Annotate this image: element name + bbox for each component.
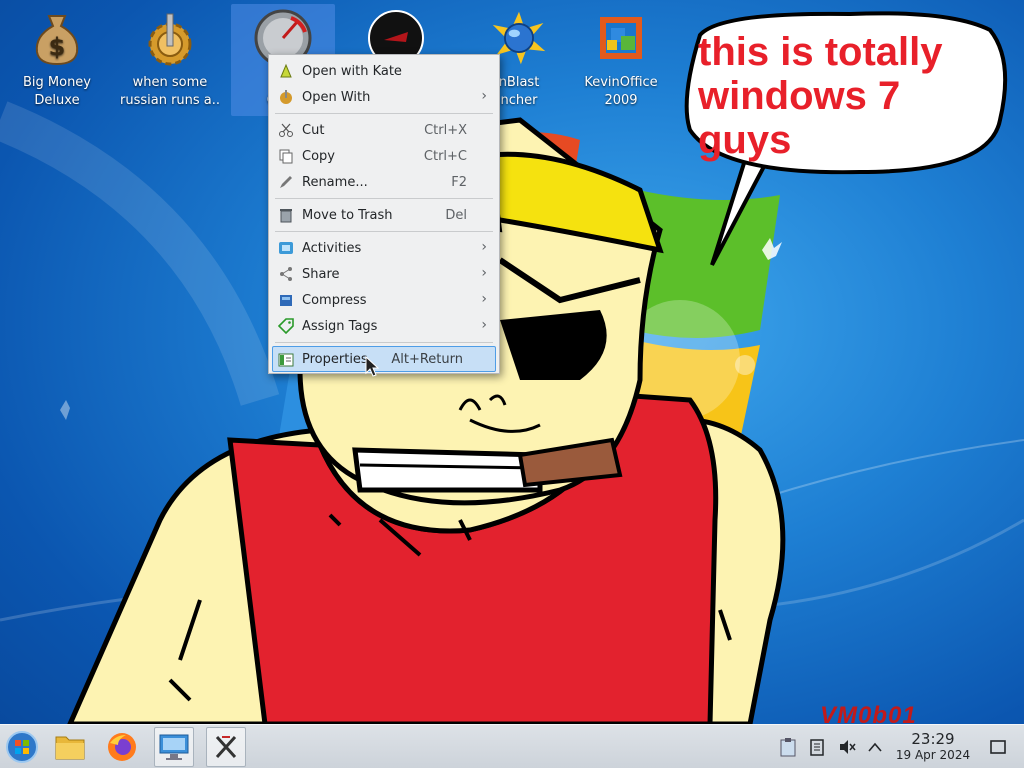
compress-icon: [280, 295, 292, 306]
activities-icon: [279, 242, 293, 254]
copy-icon: [279, 149, 293, 164]
menu-item-share[interactable]: Share ›: [269, 261, 499, 287]
menu-item-move-to-trash[interactable]: Move to Trash Del: [269, 202, 499, 228]
speech-bubble-text: this is totally windows 7 guys: [698, 30, 943, 162]
context-menu[interactable]: Open with Kate Open With › Cut Ctrl+X Co…: [268, 54, 500, 374]
menu-separator: [275, 113, 493, 114]
tray-volume[interactable]: [837, 737, 857, 757]
show-desktop-button[interactable]: [988, 737, 1008, 757]
shortcut-label: Alt+Return: [391, 351, 463, 367]
mouse-cursor-icon: [365, 356, 379, 377]
x-app-icon: [215, 735, 237, 759]
taskbar-system-settings[interactable]: [154, 727, 194, 767]
desktop-icon-big-money-deluxe[interactable]: $ Big Money Deluxe: [5, 4, 109, 116]
submenu-arrow-icon: ›: [481, 265, 487, 281]
tray-clipboard[interactable]: [778, 737, 798, 757]
menu-item-assign-tags[interactable]: Assign Tags ›: [269, 313, 499, 339]
rename-icon: [280, 176, 292, 188]
menu-item-open-with[interactable]: Open With ›: [269, 84, 499, 110]
tray-notes[interactable]: [807, 737, 827, 757]
file-manager-icon: [55, 736, 85, 760]
share-icon: [280, 267, 292, 281]
shortcut-label: Ctrl+X: [424, 122, 467, 138]
menu-separator: [275, 198, 493, 199]
clock-date[interactable]: 19 Apr 2024: [891, 748, 975, 762]
open-with-icon: [280, 90, 292, 104]
start-menu-icon: [6, 731, 38, 763]
taskbar-x-app[interactable]: [206, 727, 246, 767]
icon-label: Big Money: [22, 75, 91, 90]
menu-item-label: Share: [302, 266, 340, 282]
icon-label: when some: [132, 75, 208, 90]
kate-icon: [280, 63, 292, 78]
shortcut-label: Ctrl+C: [423, 148, 467, 164]
menu-item-label: Assign Tags: [302, 318, 378, 334]
desktop-icon-when-some-russian[interactable]: when some russian runs a...: [118, 4, 222, 116]
menu-item-label: Cut: [302, 122, 325, 138]
trash-icon: [280, 209, 292, 223]
svg-text:$: $: [49, 33, 66, 61]
watermark-text: VM0b01: [820, 702, 917, 724]
submenu-arrow-icon: ›: [481, 317, 487, 333]
volume-muted-icon: [840, 740, 856, 754]
menu-item-open-with-kate[interactable]: Open with Kate: [269, 58, 499, 84]
office-logo-icon: [591, 8, 651, 68]
menu-item-activities[interactable]: Activities ›: [269, 235, 499, 261]
system-settings-icon: [159, 734, 189, 760]
expand-tray-icon: [868, 742, 882, 752]
submenu-arrow-icon: ›: [481, 291, 487, 307]
desktop-icon-kevinoffice-2009[interactable]: KevinOffice 2009: [569, 4, 673, 116]
icon-label: Deluxe: [34, 93, 80, 108]
menu-item-properties[interactable]: Properties Alt+Return: [272, 346, 496, 372]
scissors-icon: [279, 123, 293, 137]
icon-label: russian runs a...: [120, 93, 220, 108]
submenu-arrow-icon: ›: [481, 239, 487, 255]
desktop[interactable]: this is totally windows 7 guys VM0b01 $ …: [0, 0, 1024, 724]
menu-item-rename[interactable]: Rename... F2: [269, 169, 499, 195]
clipboard-icon: [780, 738, 796, 757]
start-menu-button[interactable]: [2, 727, 42, 767]
notes-icon: [810, 739, 824, 756]
icon-label: 2009: [604, 93, 638, 108]
menu-separator: [275, 231, 493, 232]
menu-item-label: Compress: [302, 292, 367, 308]
taskbar-firefox[interactable]: [102, 727, 142, 767]
menu-item-cut[interactable]: Cut Ctrl+X: [269, 117, 499, 143]
menu-item-label: Copy: [302, 148, 335, 164]
shortcut-label: F2: [451, 174, 467, 190]
menu-item-label: Rename...: [302, 174, 368, 190]
menu-item-label: Open With: [302, 89, 371, 105]
properties-icon: [278, 353, 294, 367]
menu-item-compress[interactable]: Compress ›: [269, 287, 499, 313]
show-desktop-icon: [990, 740, 1006, 754]
tag-icon: [278, 318, 294, 334]
menu-item-copy[interactable]: Copy Ctrl+C: [269, 143, 499, 169]
icon-label: KevinOffice: [584, 75, 658, 90]
money-bag-icon: $: [27, 8, 87, 68]
clock-time[interactable]: 23:29: [896, 730, 970, 748]
taskbar-file-manager[interactable]: [50, 727, 90, 767]
menu-item-label: Move to Trash: [302, 207, 393, 223]
menu-separator: [275, 342, 493, 343]
menu-item-label: Open with Kate: [302, 63, 402, 79]
submenu-arrow-icon: ›: [481, 88, 487, 104]
menu-item-label: Activities: [302, 240, 362, 256]
shortcut-label: Del: [445, 207, 467, 223]
taskbar: 23:29 19 Apr 2024: [0, 724, 1024, 768]
firefox-icon: [108, 733, 136, 761]
tray-expand[interactable]: [865, 737, 885, 757]
gear-icon: [140, 8, 200, 68]
